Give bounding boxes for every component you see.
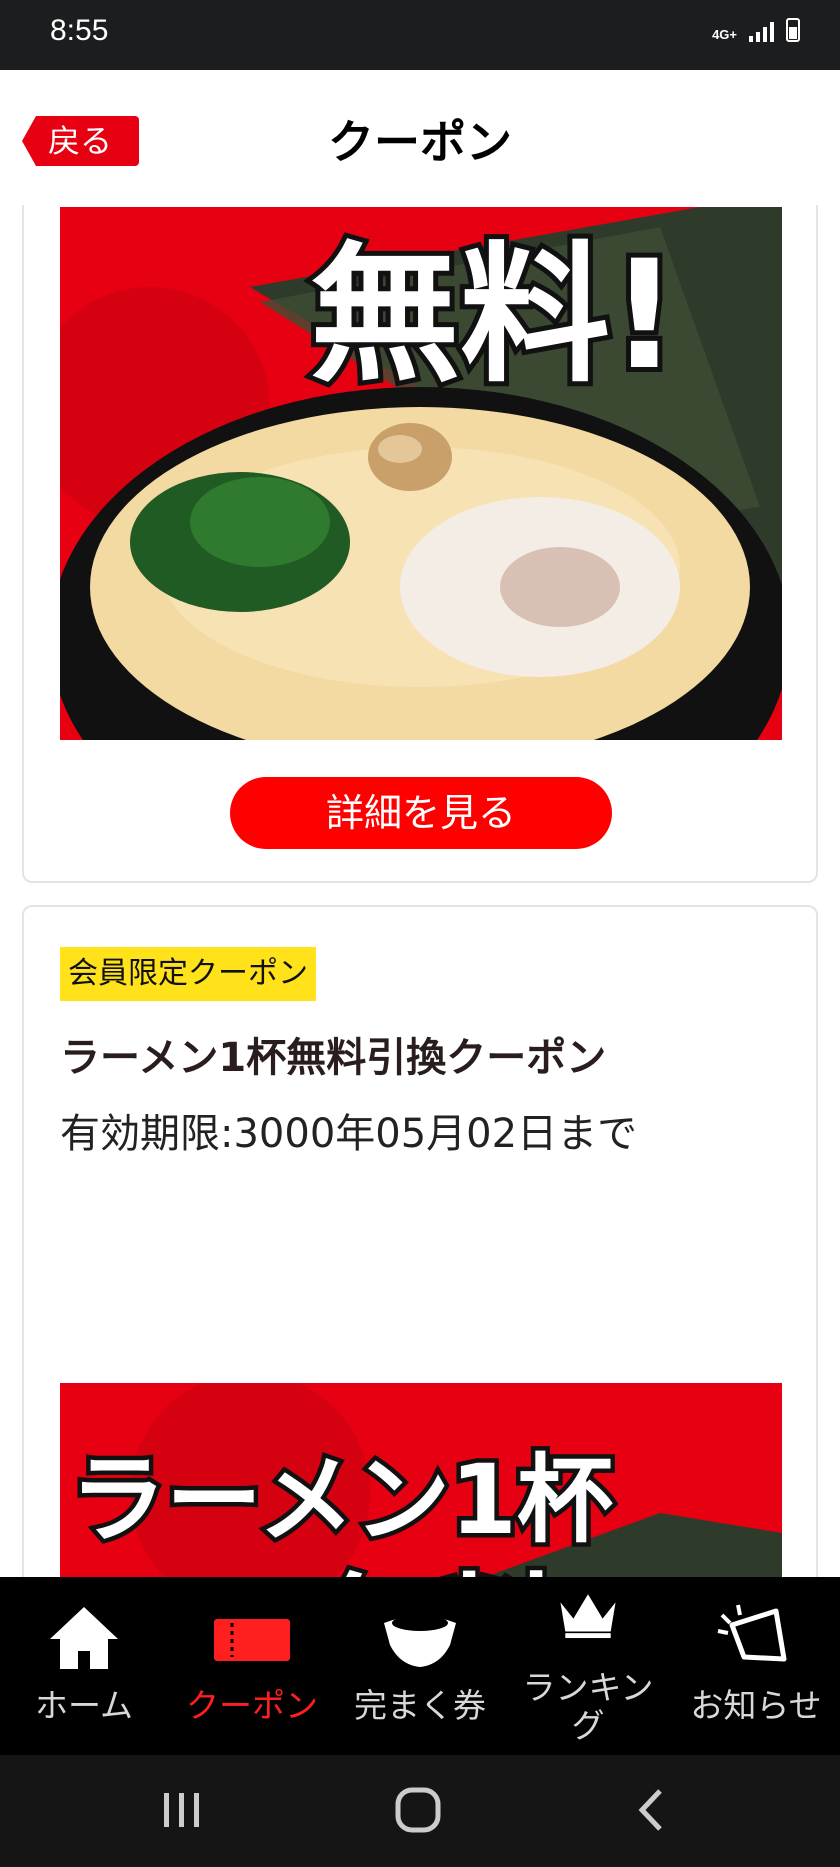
network-type: 4G+ [712,27,737,42]
coupon-list[interactable]: 無料! 詳細を見る 会員限定クーポン ラーメン1杯無料引換クーポン 有効期限:3… [0,205,840,1577]
coupon-card: 無料! 詳細を見る [22,205,818,883]
nav-kanmaku[interactable]: 完まく券 [336,1577,504,1755]
coupon-banner-image: 無料! [60,207,782,740]
back-system-icon[interactable] [622,1785,682,1835]
status-icons: 4G+ [712,18,800,42]
nav-label: 完まく券 [354,1686,486,1725]
nav-news[interactable]: お知らせ [672,1577,840,1755]
home-system-icon[interactable] [388,1785,448,1835]
status-bar: 8:55 4G+ [0,0,840,70]
recent-apps-icon[interactable] [152,1785,212,1835]
coupon-banner-image: ラーメン1杯 無料! [60,1383,782,1577]
signal-icon [749,20,774,42]
coupon-card[interactable]: 会員限定クーポン ラーメン1杯無料引換クーポン 有効期限:3000年05月02日… [22,905,818,1577]
nav-label: お知らせ [690,1686,822,1725]
banner-text: 無料! [320,1563,615,1577]
bowl-icon [384,1615,456,1667]
bottom-nav: ホーム クーポン 完まく券 ランキング お知らせ [0,1577,840,1755]
nav-label: ホーム [34,1686,133,1725]
page-title: クーポン [328,115,512,169]
nav-label: ランキング [522,1668,654,1745]
crown-icon [560,1594,616,1639]
nav-home[interactable]: ホーム [0,1577,168,1755]
home-icon [50,1607,118,1669]
system-nav-bar [0,1755,840,1867]
nav-label: クーポン [186,1686,318,1725]
megaphone-icon [717,1604,787,1662]
banner-text: ラーメン1杯 [70,1444,613,1556]
status-time: 8:55 [50,14,109,47]
coupon-expiry: 有効期限:3000年05月02日まで [60,1111,638,1157]
app-header: 戻る クーポン [0,70,840,205]
coupon-title: ラーメン1杯無料引換クーポン [60,1035,607,1081]
details-button[interactable]: 詳細を見る [230,777,612,849]
nav-coupon[interactable]: クーポン [168,1577,336,1755]
ticket-icon [214,1619,290,1661]
battery-icon [786,18,800,42]
nav-ranking[interactable]: ランキング [504,1577,672,1755]
member-only-badge: 会員限定クーポン [60,947,316,1001]
banner-text: 無料! [310,229,678,403]
